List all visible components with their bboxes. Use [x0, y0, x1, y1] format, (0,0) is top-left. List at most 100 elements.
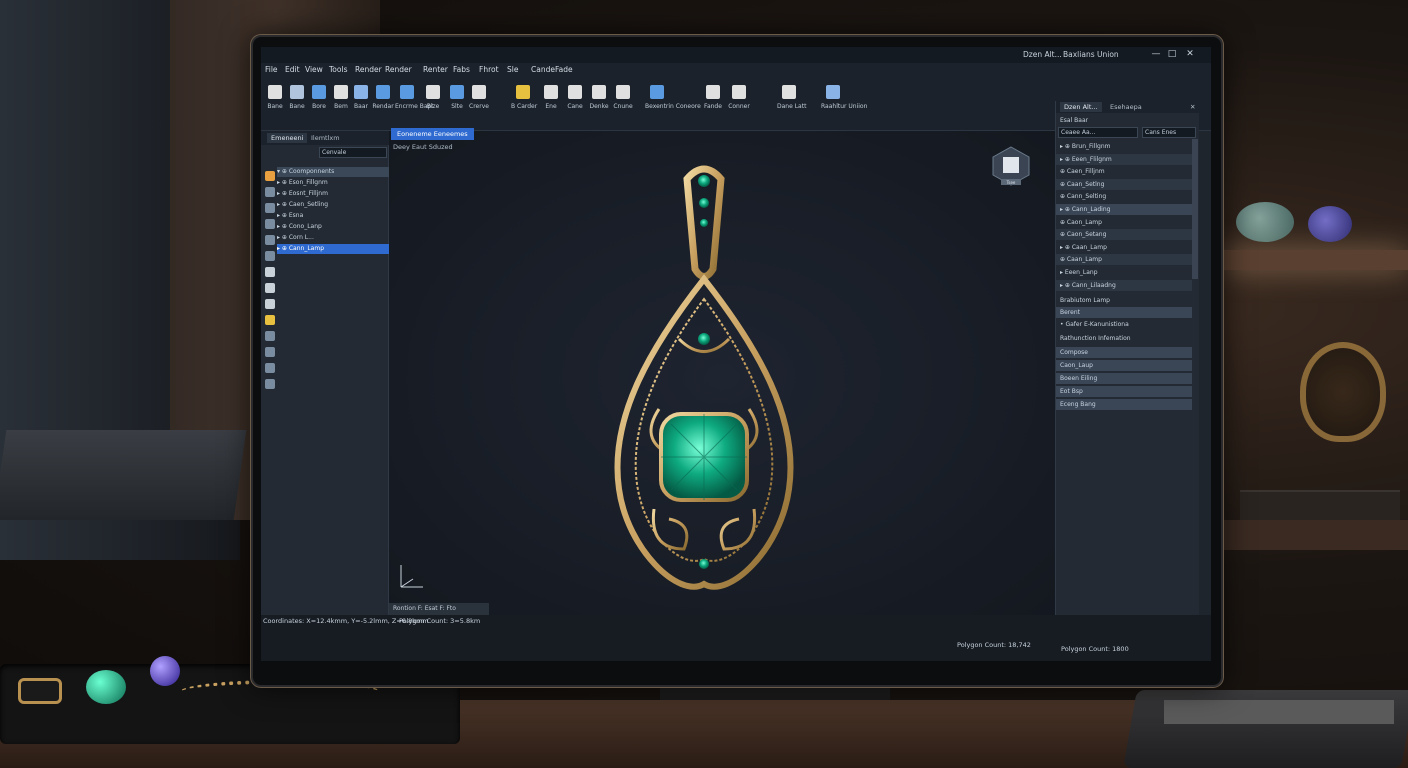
polygon-count-center: Polygon Count: 18,742: [957, 641, 1031, 649]
minimize-button[interactable]: —: [1149, 49, 1163, 59]
info-row[interactable]: Caon_Laup: [1056, 360, 1192, 371]
info-row[interactable]: Eceng Bang: [1056, 399, 1192, 410]
ribbon-button[interactable]: Fande: [701, 85, 725, 119]
book-icon: [826, 85, 840, 99]
ribbon-label: Dane Latt: [777, 103, 807, 110]
ribbon-button[interactable]: Raahltur Uniion: [821, 85, 867, 119]
ribbon-button[interactable]: Bexentrin Coneore: [645, 85, 701, 119]
sphere-tool-icon[interactable]: [265, 315, 275, 325]
menu-item[interactable]: Sle: [507, 65, 518, 74]
menu-bar: File Edit View Tools Render Render Renter Fabs F…: [261, 63, 1211, 77]
right-scrollbar[interactable]: [1192, 139, 1198, 279]
right-select-a[interactable]: Ceaee Aa...: [1058, 127, 1138, 138]
component-row[interactable]: ⊕ Cann_Selting: [1056, 191, 1192, 202]
pen-tool-icon[interactable]: [265, 347, 275, 357]
image-icon: [472, 85, 486, 99]
ribbon-button[interactable]: Bize: [421, 85, 445, 119]
maximize-button[interactable]: □: [1165, 49, 1179, 59]
ribbon-button[interactable]: Cnune: [611, 85, 635, 119]
menu-item[interactable]: Tools: [329, 65, 347, 74]
component-row[interactable]: ▸ ⊕ Caan_Lamp: [1056, 242, 1192, 253]
panel-close-icon[interactable]: ✕: [1186, 102, 1199, 112]
light-tool-icon[interactable]: [265, 299, 275, 309]
select-tool-icon[interactable]: [265, 171, 275, 181]
tab-components[interactable]: Emeneeni: [267, 133, 308, 143]
info-row[interactable]: Compose: [1056, 347, 1192, 358]
3d-viewport[interactable]: Eoneneme Eeneemes Deey Eaut Sduzed Tsee: [389, 128, 1055, 623]
component-row[interactable]: ▸ ⊕ Cann_Lading: [1056, 204, 1192, 215]
arrow-icon: [312, 85, 326, 99]
ribbon-button[interactable]: Rendar: [371, 85, 395, 119]
tab-right-a[interactable]: Dzen Alt...: [1060, 102, 1102, 112]
polygon-count-left: Polygon Count: 3=5.8km: [399, 617, 481, 625]
scale-tool-icon[interactable]: [265, 219, 275, 229]
right-search[interactable]: Esal Baar: [1056, 115, 1192, 126]
menu-item[interactable]: Edit: [285, 65, 300, 74]
doc-tool-icon[interactable]: [265, 267, 275, 277]
menu-item[interactable]: View: [305, 65, 323, 74]
ribbon-button[interactable]: Encrme Bapt: [395, 85, 434, 119]
render-icon: [706, 85, 720, 99]
component-row[interactable]: ⊕ Caon_Lamp: [1056, 217, 1192, 228]
tree-item[interactable]: ▾ ⊕ Coomponnents: [277, 167, 389, 177]
ribbon-button[interactable]: Crerve: [467, 85, 491, 119]
tree-item[interactable]: ▸ ⊕ Eson_Fillgnm: [277, 178, 389, 188]
ribbon-button[interactable]: Denke: [587, 85, 611, 119]
layer-tool-icon[interactable]: [265, 283, 275, 293]
menu-item[interactable]: Fhrot: [479, 65, 499, 74]
tree-item[interactable]: ▸ ⊕ Eosnt_Filljnm: [277, 189, 389, 199]
menu-item[interactable]: Render: [385, 65, 412, 74]
component-row[interactable]: ▸ ⊕ Eeen_Flilgnm: [1056, 153, 1192, 165]
menu-item[interactable]: Fade: [555, 65, 573, 74]
menu-item[interactable]: Render: [355, 65, 382, 74]
ribbon-button[interactable]: Bore: [307, 85, 331, 119]
section-a-item[interactable]: Berent: [1056, 307, 1192, 318]
tab-items[interactable]: Ilemtlxm: [307, 133, 344, 143]
ribbon-button[interactable]: B Carder: [511, 85, 537, 119]
menu-item[interactable]: Fabs: [453, 65, 470, 74]
component-row[interactable]: ⊕ Caon_Setang: [1056, 229, 1192, 241]
link-tool-icon[interactable]: [265, 331, 275, 341]
ribbon-button[interactable]: Bane: [263, 85, 287, 119]
menu-item[interactable]: Cande: [531, 65, 555, 74]
component-row[interactable]: ▸ ⊕ Cann_Lilaadng: [1056, 279, 1192, 291]
move-tool-icon[interactable]: [265, 187, 275, 197]
component-row[interactable]: ▸ ⊕ Brun_Fillgnm: [1056, 141, 1192, 152]
ribbon-label: Bane: [267, 103, 283, 110]
viewport-tab[interactable]: Eoneneme Eeneemes: [391, 128, 474, 140]
info-row[interactable]: Boeen Eiling: [1056, 373, 1192, 384]
ribbon-button[interactable]: Cane: [563, 85, 587, 119]
snap-tool-icon[interactable]: [265, 235, 275, 245]
ribbon-button[interactable]: Dane Latt: [777, 85, 807, 119]
pendant-model[interactable]: [599, 159, 809, 599]
tree-item[interactable]: ▸ ⊕ Corn L...: [277, 233, 389, 243]
list-tool-icon[interactable]: [265, 379, 275, 389]
ribbon-button[interactable]: Bane: [285, 85, 309, 119]
tree-item[interactable]: ▸ ⊕ Caen_Setling: [277, 200, 389, 210]
component-row[interactable]: ⊕ Caan_Lamp: [1056, 254, 1192, 266]
ribbon-button[interactable]: Slte: [445, 85, 469, 119]
component-row[interactable]: ⊕ Caan_Setlng: [1056, 178, 1192, 190]
close-button[interactable]: ✕: [1183, 49, 1197, 59]
user-name[interactable]: Baxlians Union: [1063, 50, 1119, 59]
frame-icon: [450, 85, 464, 99]
menu-item[interactable]: Renter: [423, 65, 448, 74]
tree-item[interactable]: ▸ ⊕ Cann_Lamp: [277, 244, 389, 254]
rotate-tool-icon[interactable]: [265, 203, 275, 213]
gem-tool-icon[interactable]: [265, 363, 275, 373]
tree-item[interactable]: ▸ ⊕ Esna: [277, 211, 389, 221]
ribbon-button[interactable]: Baar: [349, 85, 373, 119]
ribbon-button[interactable]: Ene: [539, 85, 563, 119]
tab-right-b[interactable]: Esehaepa: [1106, 102, 1146, 112]
tree-item[interactable]: ▸ ⊕ Cono_Lanp: [277, 222, 389, 232]
ring-item: [18, 678, 62, 704]
right-select-b[interactable]: Cans Enes: [1142, 127, 1196, 138]
viewcube-icon[interactable]: Tsee: [991, 145, 1031, 189]
info-row[interactable]: Eot Bsp: [1056, 386, 1192, 397]
ribbon-button[interactable]: Conner: [727, 85, 751, 119]
measure-tool-icon[interactable]: [265, 251, 275, 261]
menu-item[interactable]: File: [265, 65, 278, 74]
component-row[interactable]: ⊕ Caen_Filljnm: [1056, 166, 1192, 177]
component-row[interactable]: ▸ Eeen_Lanp: [1056, 267, 1192, 278]
left-panel-select[interactable]: Cenvale: [319, 147, 387, 158]
